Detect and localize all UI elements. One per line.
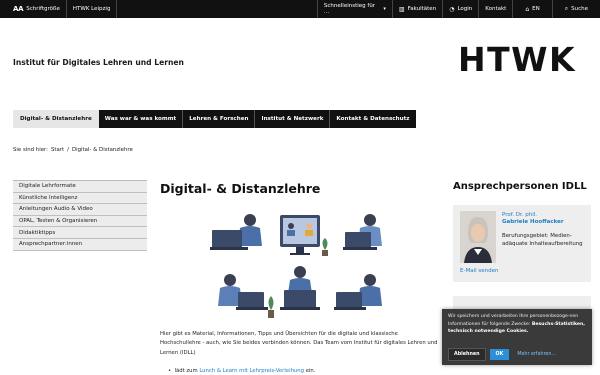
font-size-label: Schriftgröße bbox=[26, 6, 60, 12]
search-icon: ⌕ bbox=[564, 5, 569, 12]
sidebar-navigation: Digitale Lehrformate Künstliche Intellig… bbox=[13, 180, 147, 251]
bullet-prefix: lädt zum bbox=[174, 368, 198, 374]
user-icon: ◔ bbox=[449, 5, 455, 13]
htwk-leipzig-link[interactable]: HTWK Leipzig bbox=[67, 0, 118, 18]
quick-entry-select[interactable]: Schnelleinstieg für ... ▾ bbox=[316, 0, 393, 18]
contacts-heading: Ansprechpersonen IDLL bbox=[453, 181, 587, 192]
contact-link[interactable]: Kontakt bbox=[479, 0, 514, 18]
institute-title[interactable]: Institut für Digitales Lehren und Lernen bbox=[13, 58, 184, 67]
nav-was-war-was-kommt[interactable]: Was war & was kommt bbox=[98, 110, 184, 128]
contact-title[interactable]: Prof. Dr. phil. bbox=[502, 212, 537, 218]
cookie-banner: Wir speichern und verarbeiten Ihre perso… bbox=[442, 309, 592, 365]
language-label: EN bbox=[532, 6, 540, 12]
nav-digital-distanzlehre[interactable]: Digital- & Distanzlehre bbox=[13, 110, 99, 128]
hero-illustration bbox=[210, 210, 388, 322]
cookie-buttons: Ablehnen OK Mehr erfahren... bbox=[448, 348, 556, 361]
learn-more-link[interactable]: Mehr erfahren... bbox=[517, 352, 556, 357]
faculties-label: Fakultäten bbox=[407, 6, 437, 12]
portrait-image bbox=[460, 211, 496, 263]
font-size-control[interactable]: AA Schriftgröße bbox=[0, 0, 67, 18]
sidebar-item-ansprechpartner[interactable]: Ansprechpartner:innen bbox=[13, 238, 147, 251]
ok-button[interactable]: OK bbox=[489, 349, 510, 360]
font-size-icon: AA bbox=[13, 5, 24, 13]
monitor-video-call bbox=[280, 215, 320, 255]
quick-entry-label: Schnelleinstieg für ... bbox=[323, 3, 376, 15]
bullet-suffix: ein. bbox=[305, 368, 316, 374]
list-item: • lädt zum Lunch & Learn mit Lehrpreis-V… bbox=[168, 368, 315, 374]
language-link[interactable]: ⌂ EN bbox=[513, 0, 553, 18]
contact-photo bbox=[460, 211, 496, 263]
sidebar-item-didaktiktipps[interactable]: Didaktiktipps bbox=[13, 227, 147, 239]
htwk-leipzig-label: HTWK Leipzig bbox=[72, 6, 111, 12]
contact-label: Kontakt bbox=[485, 6, 507, 12]
contact-email-link[interactable]: E-Mail senden bbox=[460, 268, 498, 274]
nav-kontakt-datenschutz[interactable]: Kontakt & Datenschutz bbox=[330, 110, 416, 128]
lunch-learn-link[interactable]: Lunch & Learn mit Lehrpreis-Verleihung bbox=[199, 368, 304, 374]
intro-paragraph: Hier gibt es Material, Informationen, Ti… bbox=[160, 331, 438, 356]
sidebar-item-digitale-lehrformate[interactable]: Digitale Lehrformate bbox=[13, 181, 147, 193]
search-link[interactable]: ⌕ Suche bbox=[553, 0, 600, 18]
breadcrumb-prefix: Sie sind hier: bbox=[13, 147, 48, 153]
sidebar-item-opal-testen[interactable]: OPAL, Testen & Organisieren bbox=[13, 215, 147, 228]
page-title: Digital- & Distanzlehre bbox=[160, 181, 321, 196]
login-label: Login bbox=[457, 6, 473, 12]
nav-institut-netzwerk[interactable]: Institut & Netzwerk bbox=[255, 110, 331, 128]
person-laptop-top-right bbox=[343, 214, 382, 250]
contact-field: Berufungsgebiet: Medien-adäquate Inhalte… bbox=[502, 233, 583, 247]
top-utility-bar: AA Schriftgröße HTWK Leipzig Schnelleins… bbox=[0, 0, 600, 18]
nav-lehren-forschen[interactable]: Lehren & Forschen bbox=[183, 110, 256, 128]
breadcrumb: Sie sind hier: Start / Digital- & Distan… bbox=[13, 147, 133, 153]
sidebar-item-kuenstliche-intelligenz[interactable]: Künstliche Intelligenz bbox=[13, 192, 147, 205]
faculties-link[interactable]: ▥ Fakultäten bbox=[393, 0, 444, 18]
person-laptop-bottom-right bbox=[334, 274, 382, 310]
breadcrumb-start[interactable]: Start bbox=[51, 147, 64, 153]
main-navigation: Digital- & Distanzlehre Was war & was ko… bbox=[13, 110, 416, 128]
login-link[interactable]: ◔ Login bbox=[443, 0, 480, 18]
person-laptop-bottom-left bbox=[218, 274, 268, 310]
contact-name[interactable]: Gabriele Hooffacker bbox=[502, 219, 564, 225]
reject-button[interactable]: Ablehnen bbox=[448, 348, 486, 361]
person-laptop-top-left bbox=[210, 214, 262, 250]
person-laptop-center bbox=[280, 266, 320, 310]
chevron-down-icon: ▾ bbox=[383, 6, 386, 12]
breadcrumb-current: Digital- & Distanzlehre bbox=[71, 147, 133, 153]
home-icon: ⌂ bbox=[525, 5, 530, 13]
breadcrumb-separator: / bbox=[67, 147, 69, 153]
cookie-text: Wir speichern und verarbeiten Ihre perso… bbox=[448, 313, 586, 336]
distance-learning-illustration bbox=[210, 214, 382, 318]
sidebar-item-anleitungen-audio-video[interactable]: Anleitungen Audio & Video bbox=[13, 204, 147, 216]
search-label: Suche bbox=[571, 6, 588, 12]
contact-card: Prof. Dr. phil. Gabriele Hooffacker Beru… bbox=[453, 205, 591, 282]
htwk-logo[interactable]: HTWK bbox=[458, 43, 576, 76]
building-icon: ▥ bbox=[398, 5, 405, 13]
